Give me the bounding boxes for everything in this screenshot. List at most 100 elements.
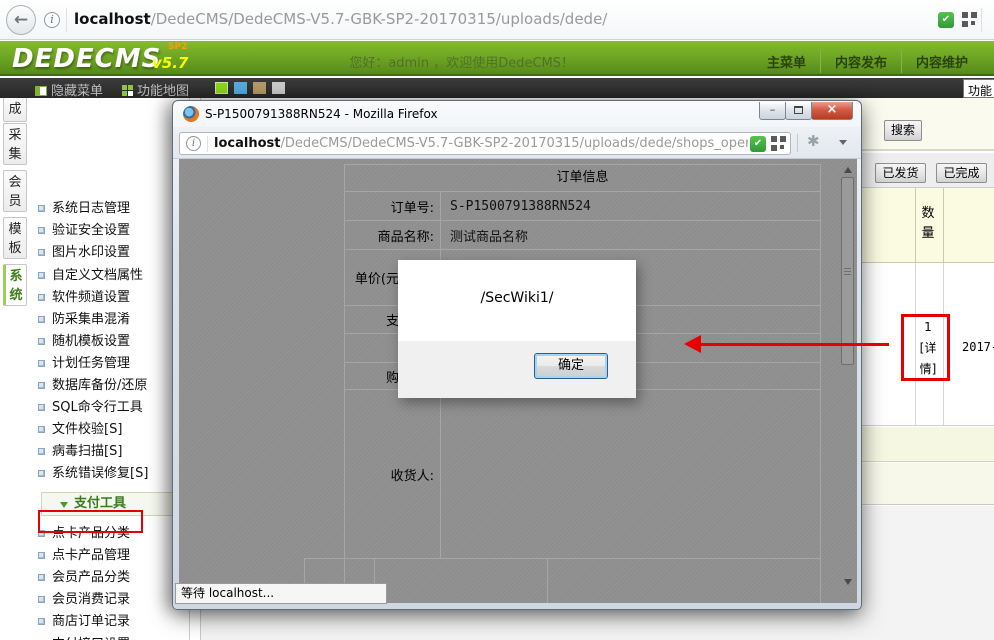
qr-code-icon[interactable] <box>771 136 786 151</box>
swatch-green[interactable] <box>215 82 228 94</box>
back-arrow-icon: ← <box>14 10 28 30</box>
tab-system[interactable]: 系统 <box>3 264 27 306</box>
menu-content-publish[interactable]: 内容发布 <box>820 50 901 73</box>
dark-toolbar: 隐藏菜单 功能地图 <box>0 78 994 98</box>
url-path: /DedeCMS/DedeCMS-V5.7-GBK-SP2-20170315/u… <box>280 136 748 151</box>
popup-page-content: 订单信息 订单号: S-P1500791388RN524 商品名称: 测试商品名… <box>179 159 857 603</box>
header-menu: 主菜单 内容发布 内容维护 <box>753 50 982 73</box>
back-button[interactable]: ← <box>6 5 36 35</box>
bullet-icon <box>38 618 45 625</box>
sidebar-item-task-plan[interactable]: 计划任务管理 <box>38 352 130 374</box>
bullet-icon <box>38 426 45 433</box>
sidebar: 系统日志管理 验证安全设置 图片水印设置 自定义文档属性 软件频道设置 防采集串… <box>28 98 190 640</box>
sidebar-item-soft-channel[interactable]: 软件频道设置 <box>38 286 130 308</box>
addon-icon[interactable]: ✱ <box>807 132 820 150</box>
tab-collect[interactable]: 采集 <box>3 123 27 165</box>
sidebar-item-error-repair[interactable]: 系统错误修复[S] <box>38 462 148 484</box>
page-info-icon[interactable]: i <box>186 136 201 151</box>
popup-title-bar[interactable]: S-P1500791388RN524 - Mozilla Firefox – × <box>173 101 861 127</box>
swatch-gray[interactable] <box>272 82 285 94</box>
security-shield-icon[interactable]: ✔ <box>938 12 954 28</box>
browser-toolbar: ← i localhost/DedeCMS/DedeCMS-V5.7-GBK-S… <box>0 0 994 40</box>
ok-button[interactable]: 确定 <box>534 353 608 379</box>
sp2-label: SP2 <box>168 42 187 52</box>
order-row-product: 商品名称: 测试商品名称 <box>345 221 820 250</box>
payment-label: 支 <box>345 306 399 333</box>
filter-done-button[interactable]: 已完成 <box>936 163 987 183</box>
function-corner-button[interactable]: 功能 <box>963 79 994 98</box>
sidebar-item-card-manage[interactable]: 点卡产品管理 <box>38 544 130 566</box>
qty-column-header: 数量 <box>920 204 936 244</box>
vertical-scrollbar[interactable] <box>841 161 855 601</box>
firefox-popup-window: S-P1500791388RN524 - Mozilla Firefox – ×… <box>172 100 862 610</box>
sidebar-item-member-product-category[interactable]: 会员产品分类 <box>38 566 130 588</box>
bullet-icon <box>38 470 45 477</box>
bullet-icon <box>38 552 45 559</box>
scrollbar-thumb[interactable] <box>841 177 854 365</box>
order-row-consignee: 收货人: <box>345 390 820 559</box>
status-bar-text: 等待 localhost... <box>175 583 387 604</box>
scroll-down-icon[interactable] <box>844 579 852 585</box>
tab-template[interactable]: 模板 <box>3 217 27 259</box>
consignee-label: 收货人: <box>345 390 434 558</box>
order-row-number: 订单号: S-P1500791388RN524 <box>345 192 820 221</box>
alert-message: /SecWiki1/ <box>398 290 636 306</box>
bullet-icon <box>38 272 45 279</box>
chevron-down-icon <box>60 502 68 508</box>
sidebar-item-pay-interface[interactable]: 支付接口设置 <box>38 633 130 640</box>
chevron-down-icon[interactable] <box>839 140 847 145</box>
sidebar-item-custom-doc-attr[interactable]: 自定义文档属性 <box>38 264 143 286</box>
search-button[interactable]: 搜索 <box>884 120 922 141</box>
page-info-icon[interactable]: i <box>44 12 60 28</box>
bullet-icon <box>38 316 45 323</box>
sidebar-item-verify-safety[interactable]: 验证安全设置 <box>38 219 130 241</box>
address-bar[interactable]: localhost/DedeCMS/DedeCMS-V5.7-GBK-SP2-2… <box>74 10 854 30</box>
sidebar-item-syslog[interactable]: 系统日志管理 <box>38 197 130 219</box>
bullet-icon <box>38 294 45 301</box>
security-shield-icon[interactable]: ✔ <box>750 136 766 152</box>
column-divider <box>915 188 916 262</box>
firefox-icon <box>183 106 199 122</box>
dedecms-logo: DEDECMS <box>12 44 161 74</box>
sidebar-item-anti-collect[interactable]: 防采集串混淆 <box>38 308 130 330</box>
sidebar-item-db-backup[interactable]: 数据库备份/还原 <box>38 374 147 396</box>
sidebar-item-watermark[interactable]: 图片水印设置 <box>38 241 130 263</box>
tab-generate[interactable]: 成 <box>3 97 27 122</box>
order-table-title: 订单信息 <box>345 165 820 192</box>
annotation-arrow-line <box>699 343 889 346</box>
close-button[interactable]: × <box>811 102 853 120</box>
alert-footer: 确定 <box>398 341 636 398</box>
function-map-button[interactable]: 功能地图 <box>122 80 189 99</box>
sidebar-item-random-template[interactable]: 随机模板设置 <box>38 330 130 352</box>
greeting-text: 您好：admin ，欢迎使用DedeCMS！ <box>349 52 574 71</box>
swatch-blue[interactable] <box>234 82 247 94</box>
sidebar-item-member-consume[interactable]: 会员消费记录 <box>38 588 130 610</box>
bullet-icon <box>38 382 45 389</box>
sidebar-item-file-check[interactable]: 文件校验[S] <box>38 418 122 440</box>
hide-menu-icon <box>35 86 47 96</box>
url-host: localhost <box>214 136 280 151</box>
order-date-fragment: 2017- <box>962 340 994 354</box>
maximize-button[interactable] <box>785 102 812 120</box>
popup-address-bar[interactable]: i localhost/DedeCMS/DedeCMS-V5.7-GBK-SP2… <box>179 132 791 155</box>
bullet-icon <box>38 404 45 411</box>
hide-menu-button[interactable]: 隐藏菜单 <box>35 80 103 99</box>
bullet-icon <box>38 360 45 367</box>
menu-content-maintain[interactable]: 内容维护 <box>901 50 982 73</box>
filter-shipped-button[interactable]: 已发货 <box>875 163 926 183</box>
scroll-up-icon[interactable] <box>844 167 852 173</box>
sidebar-item-sql-tool[interactable]: SQL命令行工具 <box>38 396 143 418</box>
tab-member[interactable]: 会员 <box>3 170 27 212</box>
annotation-box-shop-orders <box>38 510 143 533</box>
bullet-icon <box>38 448 45 455</box>
sidebar-item-virus-scan[interactable]: 病毒扫描[S] <box>38 440 122 462</box>
sidebar-item-shop-orders[interactable]: 商店订单记录 <box>38 610 130 632</box>
divider <box>207 136 208 152</box>
swatch-tan[interactable] <box>253 82 266 94</box>
qr-code-icon[interactable] <box>962 12 977 27</box>
menu-main[interactable]: 主菜单 <box>753 50 820 73</box>
column-divider <box>943 188 944 262</box>
theme-swatches <box>215 82 285 94</box>
js-alert-dialog: /SecWiki1/ 确定 <box>398 260 636 398</box>
minimize-button[interactable]: – <box>759 102 786 120</box>
